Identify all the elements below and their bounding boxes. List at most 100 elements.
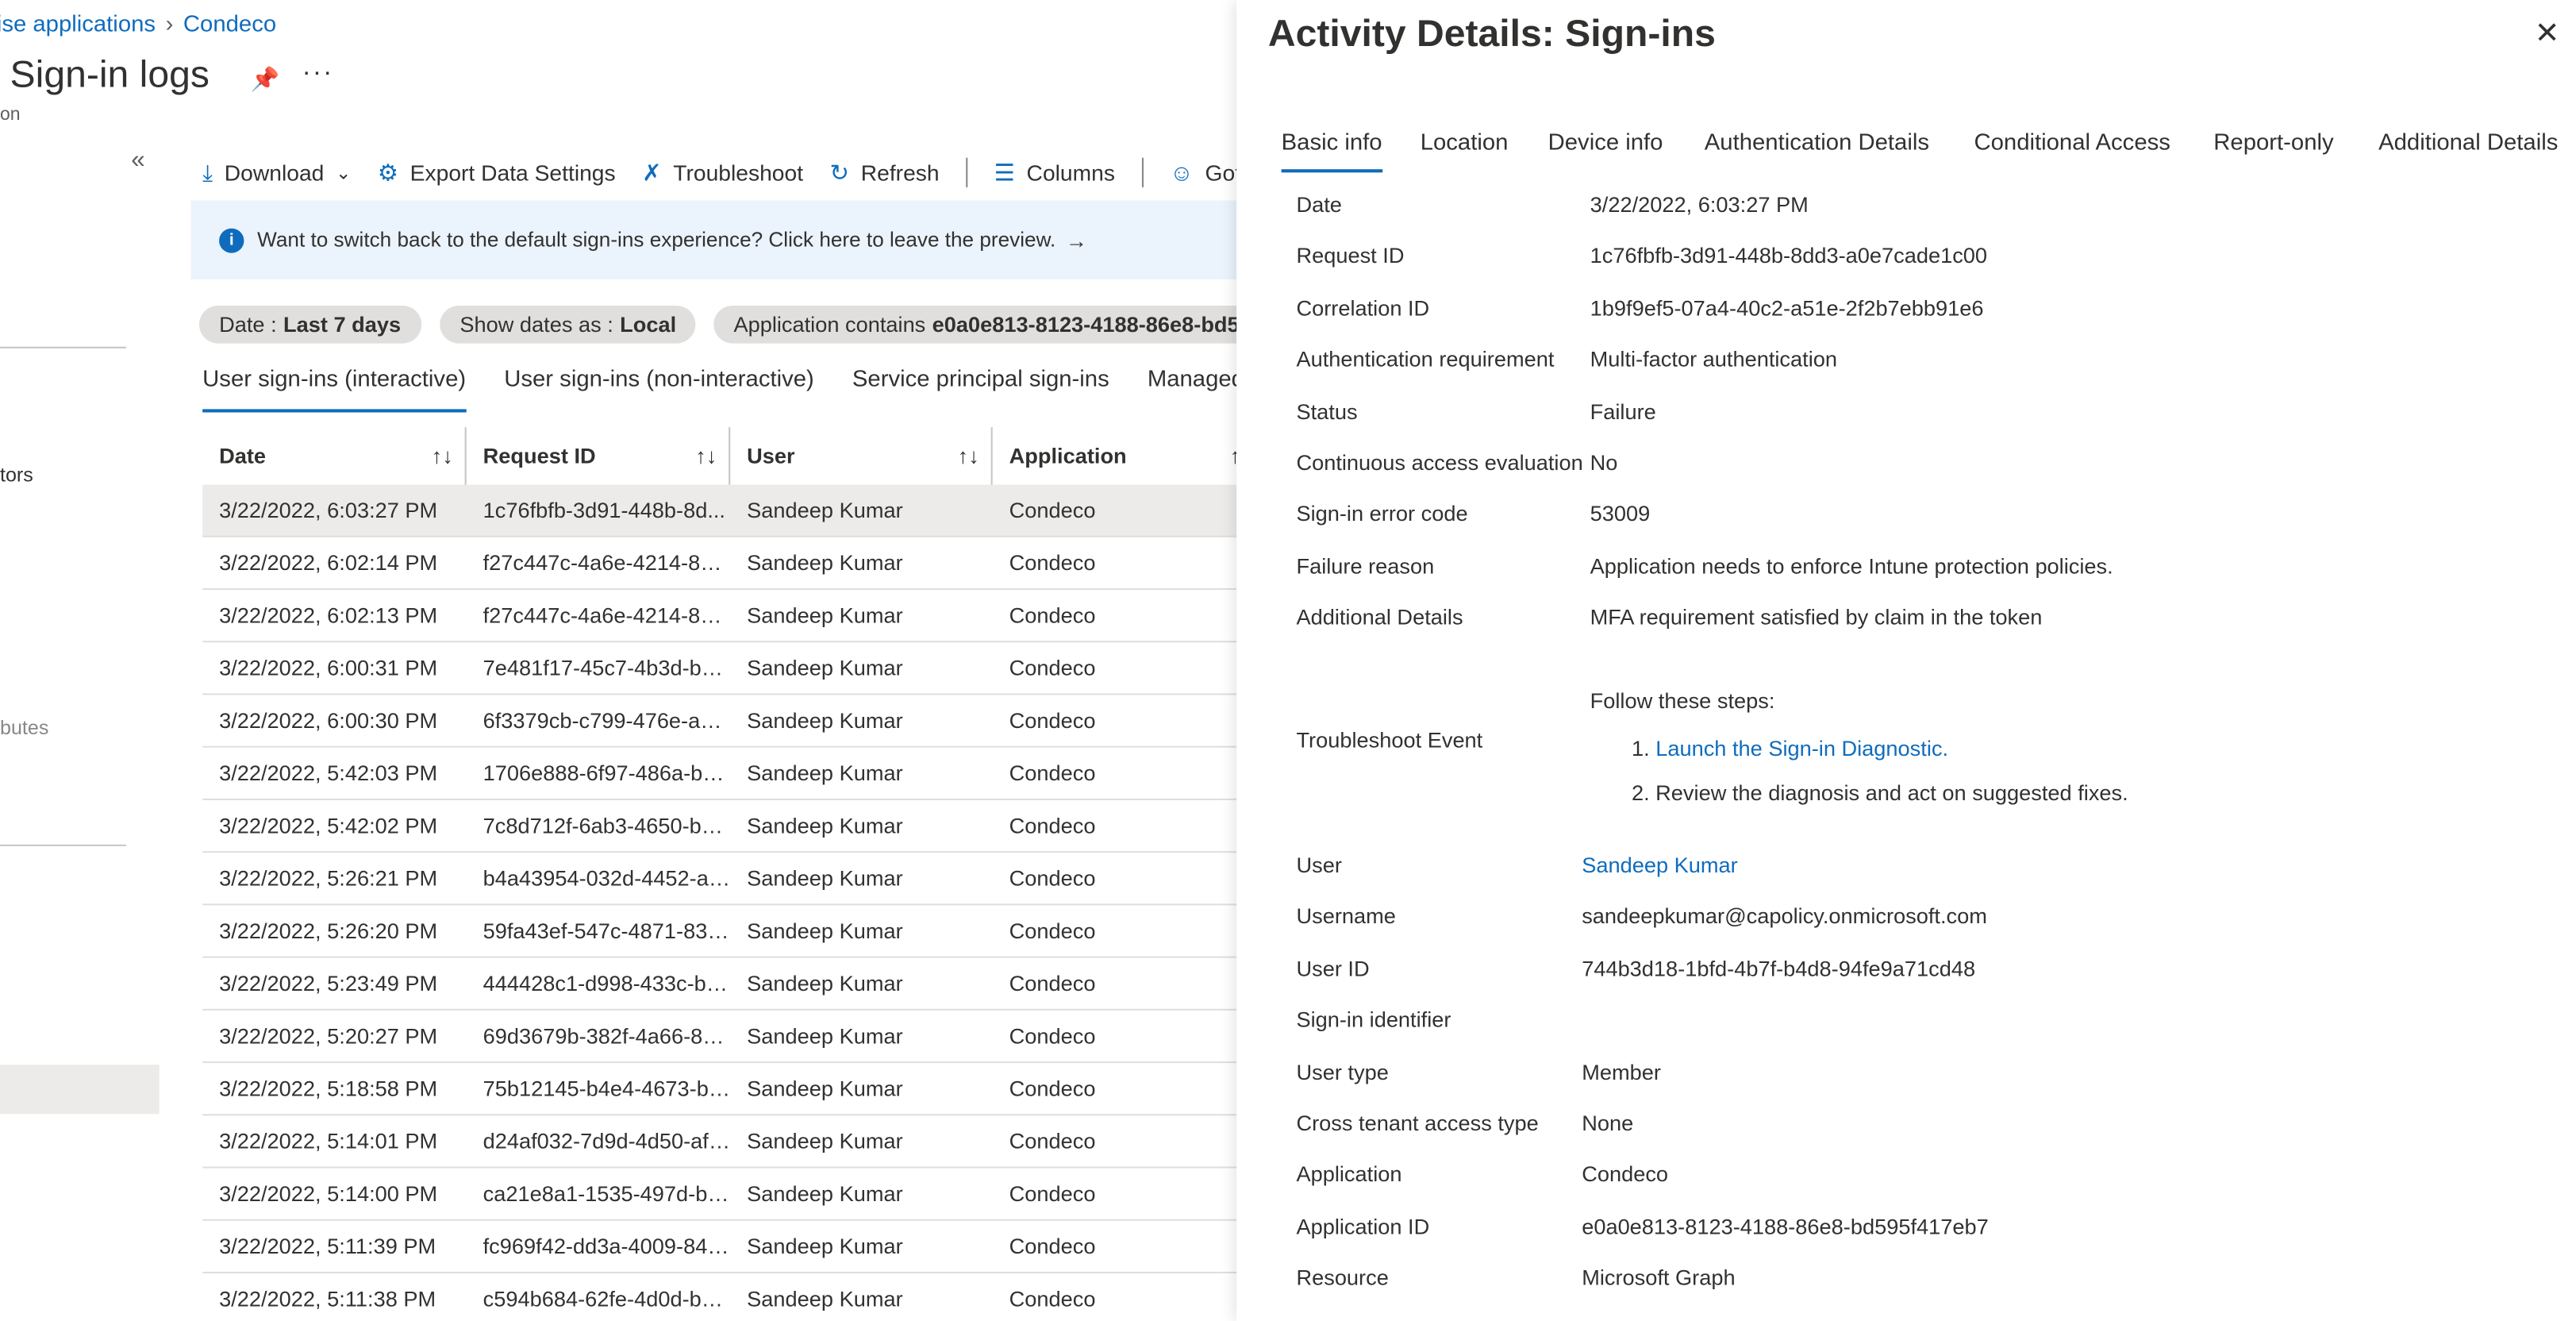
table-row[interactable]: 3/22/2022, 6:03:27 PM 1c76fbfb-3d91-448b-… <box>202 484 1265 537</box>
download-button[interactable]: ⤓ Download ⌄ <box>202 159 351 187</box>
cell-date: 3/22/2022, 5:26:21 PM <box>219 865 438 891</box>
cell-user: Sandeep Kumar <box>747 550 903 576</box>
tab-managed-identity[interactable]: Managed <box>1148 364 1244 401</box>
table-row[interactable]: 3/22/2022, 6:02:13 PM f27c447c-4a6e-4214-… <box>202 590 1265 643</box>
sidebar-item-selected[interactable] <box>0 1065 160 1115</box>
tab-service-principal[interactable]: Service principal sign-ins <box>852 364 1109 401</box>
cell-request-id: 7c8d712f-6ab3-4650-bd... <box>483 813 731 838</box>
field-label: Request ID <box>1296 243 1405 268</box>
troubleshoot-intro: Follow these steps: <box>1590 688 1775 714</box>
table-row[interactable]: 3/22/2022, 5:11:38 PM c594b684-62fe-4d0d-… <box>202 1273 1265 1321</box>
tab-basic-info[interactable]: Basic info <box>1281 128 1382 173</box>
cell-request-id: 1c76fbfb-3d91-448b-8d... <box>483 498 725 523</box>
sidebar-item-fragment[interactable]: butes <box>0 716 48 739</box>
table-row[interactable]: 3/22/2022, 5:26:21 PM b4a43954-032d-4452-… <box>202 853 1265 906</box>
field-value-resource: Microsoft Graph <box>1582 1265 1736 1290</box>
field-value-error-code: 53009 <box>1590 501 1651 526</box>
field-value-correlation-id: 1b9f9ef5-07a4-40c2-a51e-2f2b7ebb91e6 <box>1590 295 1984 321</box>
field-label: Correlation ID <box>1296 295 1430 321</box>
cell-application: Condeco <box>1009 1023 1096 1049</box>
refresh-icon: ↻ <box>829 158 850 185</box>
cell-request-id: 1706e888-6f97-486a-b7... <box>483 761 731 786</box>
cell-request-id: 444428c1-d998-433c-b1... <box>483 971 731 996</box>
preview-banner[interactable]: i Want to switch back to the default sig… <box>190 200 1254 279</box>
collapse-sidebar-icon[interactable]: « <box>131 146 144 174</box>
column-header-application[interactable]: Application↑↓ <box>993 427 1265 484</box>
troubleshoot-step-1: 1. Launch the Sign-in Diagnostic. <box>1632 736 1948 761</box>
signin-type-tabs: User sign-ins (interactive) User sign-in… <box>202 364 1282 413</box>
table-row[interactable]: 3/22/2022, 5:42:03 PM 1706e888-6f97-486a-… <box>202 748 1265 800</box>
export-data-settings-button[interactable]: ⚙ Export Data Settings <box>378 159 616 187</box>
table-row[interactable]: 3/22/2022, 5:26:20 PM 59fa43ef-547c-4871-… <box>202 905 1265 958</box>
breadcrumb-parent-link[interactable]: ise applications <box>0 10 156 36</box>
field-value-request-id: 1c76fbfb-3d91-448b-8dd3-a0e7cade1c00 <box>1590 243 1988 268</box>
troubleshoot-button[interactable]: ✗ Troubleshoot <box>642 159 803 187</box>
user-link[interactable]: Sandeep Kumar <box>1582 853 1738 877</box>
launch-sign-in-diagnostic-link[interactable]: Launch the Sign-in Diagnostic. <box>1655 736 1948 761</box>
field-label: Resource <box>1296 1265 1389 1290</box>
field-label: Application ID <box>1296 1214 1430 1239</box>
activity-details-panel: Activity Details: Sign-ins ✕ Basic info … <box>1236 0 2576 1321</box>
table-row[interactable]: 3/22/2022, 5:23:49 PM 444428c1-d998-433c-… <box>202 958 1265 1011</box>
sort-icon[interactable]: ↑↓ <box>695 444 717 468</box>
tab-user-interactive[interactable]: User sign-ins (interactive) <box>202 364 466 413</box>
more-options-icon[interactable]: ··· <box>302 60 334 89</box>
cell-user: Sandeep Kumar <box>747 1181 903 1207</box>
sidebar-item-fragment[interactable]: tors <box>0 464 33 487</box>
filter-pill-show-dates[interactable]: Show dates as : Local <box>440 305 697 344</box>
download-label: Download <box>224 160 325 185</box>
tab-user-non-interactive[interactable]: User sign-ins (non-interactive) <box>504 364 814 401</box>
filter-pill-date[interactable]: Date : Last 7 days <box>198 305 421 344</box>
table-row[interactable]: 3/22/2022, 5:11:39 PM fc969f42-dd3a-4009-… <box>202 1221 1265 1274</box>
cell-application: Condeco <box>1009 1234 1096 1259</box>
arrow-right-icon: → <box>1065 227 1088 252</box>
refresh-button[interactable]: ↻ Refresh <box>830 159 940 187</box>
cell-date: 3/22/2022, 5:42:03 PM <box>219 761 438 786</box>
filter-key: Date : <box>219 312 277 337</box>
field-value-cae: No <box>1590 450 1618 476</box>
field-label: Continuous access evaluation <box>1296 450 1583 476</box>
field-value-user-type: Member <box>1582 1059 1661 1085</box>
cell-user: Sandeep Kumar <box>747 498 903 523</box>
cell-date: 3/22/2022, 5:20:27 PM <box>219 1023 438 1049</box>
field-label: Sign-in identifier <box>1296 1007 1451 1032</box>
tab-report-only[interactable]: Report-only <box>2213 128 2333 164</box>
tab-device-info[interactable]: Device info <box>1548 128 1663 164</box>
tab-location[interactable]: Location <box>1421 128 1509 164</box>
cell-request-id: 59fa43ef-547c-4871-838... <box>483 918 731 944</box>
pin-icon[interactable]: 📌 <box>251 66 279 94</box>
table-row[interactable]: 3/22/2022, 6:02:14 PM f27c447c-4a6e-4214-… <box>202 537 1265 591</box>
tab-additional-details[interactable]: Additional Details <box>2378 128 2558 164</box>
table-row[interactable]: 3/22/2022, 6:00:30 PM 6f3379cb-c799-476e-… <box>202 695 1265 748</box>
columns-button[interactable]: ☰ Columns <box>994 159 1115 187</box>
column-header-user[interactable]: User ↑↓ <box>730 427 993 485</box>
sort-icon[interactable]: ↑↓ <box>958 444 979 468</box>
table-row[interactable]: 3/22/2022, 5:14:01 PM d24af032-7d9d-4d50-… <box>202 1115 1265 1169</box>
feedback-button[interactable]: ☺ Got <box>1170 160 1241 186</box>
table-row[interactable]: 3/22/2022, 6:00:31 PM 7e481f17-45c7-4b3d-… <box>202 642 1265 695</box>
table-row[interactable]: 3/22/2022, 5:20:27 PM 69d3679b-382f-4a66-… <box>202 1011 1265 1064</box>
cell-date: 3/22/2022, 6:00:31 PM <box>219 655 438 680</box>
field-label: Failure reason <box>1296 553 1435 579</box>
close-icon[interactable]: ✕ <box>2535 17 2560 51</box>
cell-date: 3/22/2022, 5:11:39 PM <box>219 1234 436 1259</box>
field-value-date: 3/22/2022, 6:03:27 PM <box>1590 192 1809 218</box>
cell-application: Condeco <box>1009 1181 1096 1207</box>
cell-user: Sandeep Kumar <box>747 865 903 891</box>
tab-authentication-details[interactable]: Authentication Details <box>1705 128 1929 164</box>
field-label: Troubleshoot Event <box>1296 727 1483 753</box>
cell-user: Sandeep Kumar <box>747 1128 903 1153</box>
cell-user: Sandeep Kumar <box>747 708 903 734</box>
page-title: Sign-in logs <box>10 52 210 96</box>
table-row[interactable]: 3/22/2022, 5:42:02 PM 7c8d712f-6ab3-4650-… <box>202 800 1265 853</box>
sort-icon[interactable]: ↑↓ <box>432 444 453 468</box>
table-row[interactable]: 3/22/2022, 5:14:00 PM ca21e8a1-1535-497d-… <box>202 1169 1265 1221</box>
tab-conditional-access[interactable]: Conditional Access <box>1974 128 2170 164</box>
field-label: Additional Details <box>1296 604 1463 630</box>
column-header-request-id[interactable]: Request ID ↑↓ <box>467 427 731 485</box>
table-row[interactable]: 3/22/2022, 5:18:58 PM 75b12145-b4e4-4673-… <box>202 1063 1265 1116</box>
download-icon: ⤓ <box>202 158 213 185</box>
breadcrumb-current-link[interactable]: Condeco <box>183 10 276 36</box>
cell-user: Sandeep Kumar <box>747 1076 903 1101</box>
column-header-date[interactable]: Date ↑↓ <box>202 427 467 485</box>
